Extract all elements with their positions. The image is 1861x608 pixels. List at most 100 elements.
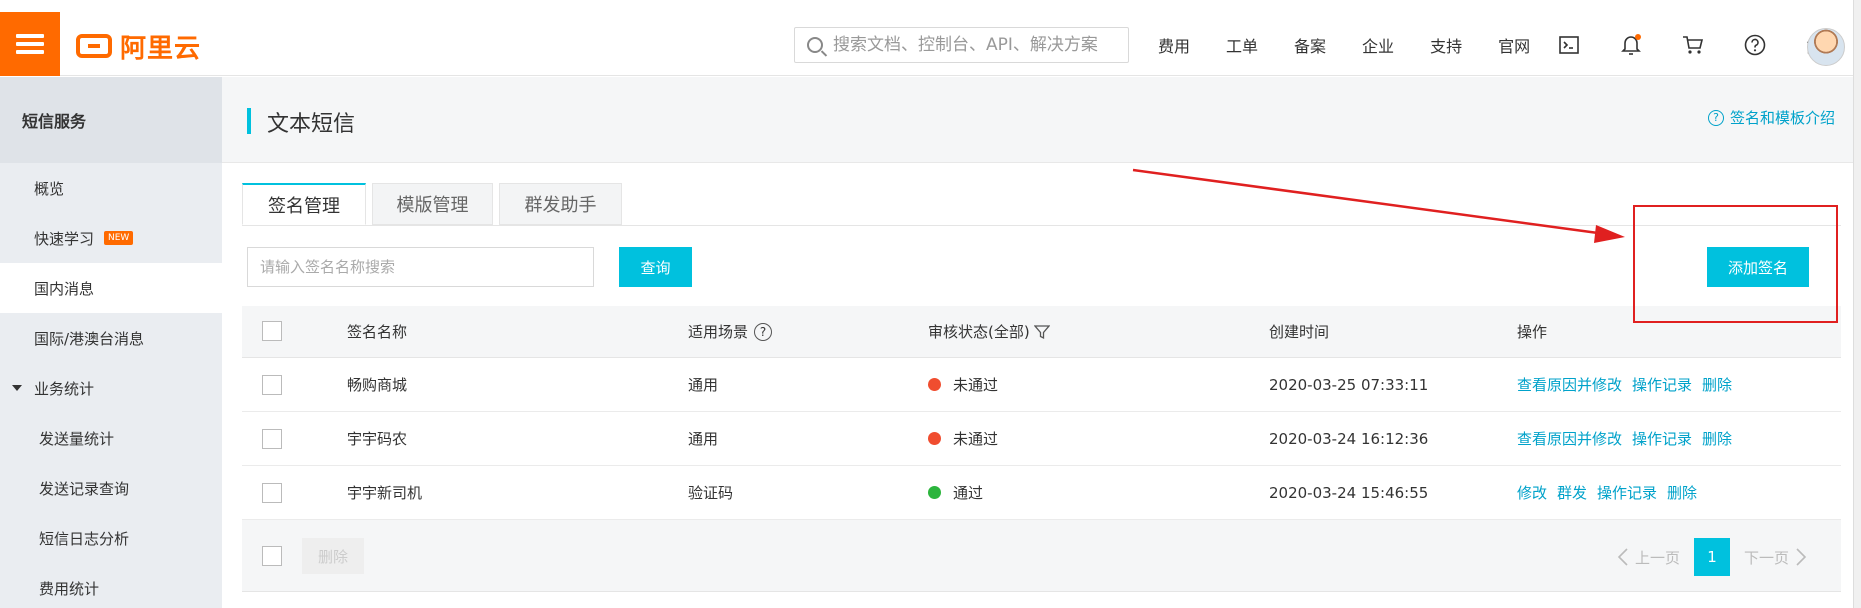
cell-created: 2020-03-24 15:46:55 — [1269, 483, 1429, 502]
sidebar-item-domestic[interactable]: 国内消息 — [0, 263, 222, 313]
sidebar-item-label: 发送量统计 — [39, 429, 115, 448]
top-nav-links: 费用 工单 备案 企业 支持 官网 简体 — [1158, 28, 1861, 62]
col-header-status: 审核状态(全部) — [928, 321, 1050, 342]
user-avatar[interactable] — [1807, 28, 1845, 66]
prev-page-button[interactable]: 上一页 — [1617, 547, 1680, 568]
nav-tickets[interactable]: 工单 — [1226, 33, 1258, 57]
row-checkbox[interactable] — [262, 375, 282, 395]
sidebar-item-label: 概览 — [34, 179, 65, 198]
app-root: 阿里云 费用 工单 备案 企业 支持 官网 简体 — [0, 0, 1861, 608]
tab-template-management[interactable]: 模版管理 — [372, 183, 493, 225]
terminal-icon[interactable] — [1558, 34, 1580, 56]
sidebar-item-overview[interactable]: 概览 — [0, 163, 222, 213]
tab-label: 群发助手 — [524, 195, 597, 216]
tab-label: 模版管理 — [396, 195, 469, 216]
select-all-checkbox[interactable] — [262, 321, 282, 341]
action-delete[interactable]: 删除 — [1667, 482, 1697, 503]
action-view-reason-edit[interactable]: 查看原因并修改 — [1517, 428, 1622, 449]
question-circle-icon[interactable]: ? — [754, 322, 773, 341]
signature-search-input[interactable] — [247, 247, 594, 287]
col-header-scene-label: 适用场景 — [688, 323, 749, 341]
cell-scene: 通用 — [688, 430, 719, 448]
tab-signature-management[interactable]: 签名管理 — [242, 183, 366, 225]
nav-support[interactable]: 支持 — [1430, 33, 1462, 57]
status-label: 未通过 — [953, 376, 999, 394]
bell-icon[interactable] — [1620, 34, 1642, 56]
col-header-created: 创建时间 — [1269, 323, 1330, 341]
sidebar-item-label: 国内消息 — [34, 279, 95, 298]
table-header: 签名名称 适用场景 ? 审核状态(全部) 创建时间 操作 — [242, 306, 1841, 358]
cell-created: 2020-03-24 16:12:36 — [1269, 429, 1429, 448]
row-checkbox[interactable] — [262, 483, 282, 503]
cell-actions: 查看原因并修改 操作记录 删除 — [1517, 374, 1742, 395]
table-footer: 删除 上一页 1 下一页 — [242, 520, 1841, 592]
cell-name: 宇宇新司机 — [347, 484, 423, 502]
cell-actions: 查看原因并修改 操作记录 删除 — [1517, 428, 1742, 449]
title-accent-bar — [247, 108, 251, 134]
sidebar-item-international[interactable]: 国际/港澳台消息 — [0, 313, 222, 363]
cart-icon[interactable] — [1682, 34, 1704, 56]
status-dot-failed — [928, 432, 941, 445]
sidebar-title[interactable]: 短信服务 — [0, 77, 222, 163]
search-icon — [807, 37, 823, 53]
help-icon[interactable] — [1744, 34, 1766, 56]
tabs-divider — [242, 225, 1841, 226]
cell-status: 通过 — [928, 482, 983, 503]
tab-bulk-send-assistant[interactable]: 群发助手 — [499, 183, 622, 225]
col-header-status-label: 审核状态(全部) — [928, 323, 1030, 341]
action-operation-log[interactable]: 操作记录 — [1597, 482, 1657, 503]
nav-icp[interactable]: 备案 — [1294, 33, 1326, 57]
sidebar-item-label: 费用统计 — [39, 579, 100, 598]
cell-scene: 通用 — [688, 376, 719, 394]
signature-template-help-link[interactable]: ? 签名和模板介绍 — [1707, 107, 1835, 128]
action-view-reason-edit[interactable]: 查看原因并修改 — [1517, 374, 1622, 395]
sidebar-group-business-stats[interactable]: 业务统计 — [0, 363, 222, 413]
aliyun-logo[interactable]: 阿里云 — [76, 28, 201, 64]
cell-scene: 验证码 — [688, 484, 734, 502]
bulk-delete-button[interactable]: 删除 — [302, 538, 364, 574]
status-dot-passed — [928, 486, 941, 499]
hamburger-menu-button[interactable] — [0, 12, 60, 76]
tab-bar: 签名管理 模版管理 群发助手 — [242, 183, 628, 225]
signature-table: 签名名称 适用场景 ? 审核状态(全部) 创建时间 操作 畅购商城 通用 未通过… — [242, 306, 1841, 592]
cell-name: 畅购商城 — [347, 376, 408, 394]
footer-select-all-checkbox[interactable] — [262, 546, 282, 566]
row-checkbox[interactable] — [262, 429, 282, 449]
filter-icon[interactable] — [1033, 324, 1050, 340]
sidebar-item-send-volume[interactable]: 发送量统计 — [0, 413, 222, 463]
cell-name: 宇宇码农 — [347, 430, 408, 448]
action-operation-log[interactable]: 操作记录 — [1632, 428, 1692, 449]
nav-enterprise[interactable]: 企业 — [1362, 33, 1394, 57]
action-operation-log[interactable]: 操作记录 — [1632, 374, 1692, 395]
sidebar-item-log-analysis[interactable]: 短信日志分析 — [0, 513, 222, 563]
cell-status: 未通过 — [928, 428, 998, 449]
cell-status: 未通过 — [928, 374, 998, 395]
main-content: 文本短信 ? 签名和模板介绍 签名管理 模版管理 群发助手 查询 添加签名 签 — [222, 77, 1861, 608]
action-edit[interactable]: 修改 — [1517, 482, 1547, 503]
menu-icon — [16, 34, 44, 54]
page-number-current[interactable]: 1 — [1693, 538, 1730, 576]
page-title: 文本短信 — [267, 112, 356, 137]
sidebar-item-quick-learn[interactable]: 快速学习 NEW — [0, 213, 222, 263]
nav-fees[interactable]: 费用 — [1158, 33, 1190, 57]
action-bulk-send[interactable]: 群发 — [1557, 482, 1587, 503]
action-delete[interactable]: 删除 — [1702, 428, 1732, 449]
action-delete[interactable]: 删除 — [1702, 374, 1732, 395]
prev-page-label: 上一页 — [1634, 548, 1680, 567]
question-circle-icon: ? — [1707, 109, 1724, 126]
next-page-button[interactable]: 下一页 — [1744, 547, 1807, 568]
nav-official-site[interactable]: 官网 — [1498, 33, 1530, 57]
pagination: 上一页 1 下一页 — [1603, 538, 1821, 576]
global-search-input[interactable] — [833, 35, 1123, 55]
col-header-scene: 适用场景 ? — [688, 321, 773, 342]
sidebar-item-label: 短信日志分析 — [39, 529, 130, 548]
query-button[interactable]: 查询 — [619, 247, 692, 287]
sidebar-item-send-records[interactable]: 发送记录查询 — [0, 463, 222, 513]
status-label: 未通过 — [953, 430, 999, 448]
table-row: 宇宇码农 通用 未通过 2020-03-24 16:12:36 查看原因并修改 … — [242, 412, 1841, 466]
sidebar-item-label: 快速学习 — [34, 229, 95, 248]
logo-text: 阿里云 — [120, 33, 202, 64]
sidebar-item-label: 国际/港澳台消息 — [34, 329, 145, 348]
global-search[interactable] — [794, 27, 1129, 63]
sidebar-item-fee-stats[interactable]: 费用统计 — [0, 563, 222, 608]
